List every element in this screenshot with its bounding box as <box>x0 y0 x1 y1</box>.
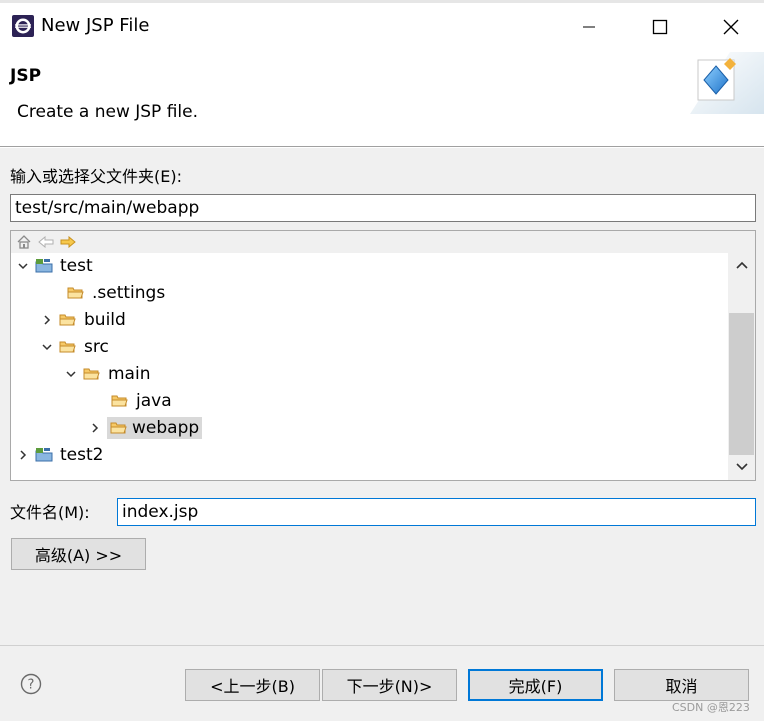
watermark: CSDN @恩223 <box>672 701 750 714</box>
minimize-icon <box>583 26 595 28</box>
page-description: Create a new JSP file. <box>17 102 199 122</box>
back-button[interactable]: <上一步(B) <box>185 669 320 701</box>
cancel-button[interactable]: 取消 <box>614 669 749 701</box>
chevron-right-icon[interactable] <box>39 312 55 328</box>
tree-item-build[interactable]: build <box>39 307 129 332</box>
folder-icon <box>110 420 129 436</box>
finish-button[interactable]: 完成(F) <box>468 669 603 701</box>
wizard-footer: ? <上一步(B) 下一步(N)> 完成(F) 取消 CSDN @恩223 <box>0 645 764 721</box>
folder-icon <box>111 393 130 409</box>
parent-folder-label: 输入或选择父文件夹(E): <box>10 167 182 186</box>
tree-item-webapp[interactable]: webapp <box>87 415 203 440</box>
tree-item-test[interactable]: test <box>15 253 96 278</box>
tree-item-test2[interactable]: test2 <box>15 442 106 467</box>
project-icon <box>35 447 54 463</box>
tree-item-selected: webapp <box>107 416 203 439</box>
jsp-wizard-graphic <box>690 52 764 114</box>
chevron-down-icon[interactable] <box>15 258 31 274</box>
home-icon[interactable] <box>16 234 32 250</box>
svg-text:?: ? <box>28 678 35 693</box>
advanced-button[interactable]: 高级(A) >> <box>11 538 146 570</box>
maximize-button[interactable] <box>637 7 683 47</box>
tree-item-settings[interactable]: .settings <box>63 280 168 305</box>
back-arrow-icon[interactable] <box>38 234 54 250</box>
folder-icon <box>67 285 86 301</box>
tree-item-label: main <box>108 363 151 384</box>
tree-item-main[interactable]: main <box>63 361 153 386</box>
chevron-right-icon[interactable] <box>87 420 103 436</box>
wizard-header: JSP Create a new JSP file. <box>0 48 764 147</box>
close-button[interactable] <box>708 7 754 47</box>
forward-arrow-icon[interactable] <box>60 234 76 250</box>
page-title: JSP <box>10 66 42 86</box>
file-name-input[interactable] <box>117 498 756 526</box>
tree-scrollbar[interactable] <box>728 253 755 480</box>
chevron-down-icon[interactable] <box>734 459 750 475</box>
chevron-right-icon[interactable] <box>15 447 31 463</box>
chevron-down-icon[interactable] <box>39 339 55 355</box>
folder-tree[interactable]: test .settings build src main java webap… <box>10 230 756 481</box>
maximize-icon <box>652 19 668 35</box>
folder-icon <box>59 312 78 328</box>
tree-item-label: webapp <box>132 417 200 438</box>
chevron-down-icon[interactable] <box>63 366 79 382</box>
wizard-content: 输入或选择父文件夹(E): test/src/main/webapp test … <box>0 148 764 645</box>
tree-item-label: test <box>60 255 93 276</box>
tree-item-label: src <box>84 336 109 357</box>
folder-icon <box>59 339 78 355</box>
close-icon <box>723 19 739 35</box>
folder-icon <box>83 366 102 382</box>
tree-item-java[interactable]: java <box>107 388 175 413</box>
minimize-button[interactable] <box>566 7 612 47</box>
tree-item-label: .settings <box>92 282 166 303</box>
parent-folder-input[interactable] <box>10 194 756 222</box>
next-button[interactable]: 下一步(N)> <box>322 669 457 701</box>
tree-item-label: java <box>136 390 172 411</box>
tree-body: test .settings build src main java webap… <box>11 253 729 480</box>
scrollbar-thumb[interactable] <box>729 313 754 455</box>
tree-item-label: test2 <box>60 444 104 465</box>
tree-item-label: build <box>84 309 126 330</box>
tree-item-src[interactable]: src <box>39 334 112 359</box>
help-icon[interactable]: ? <box>20 673 42 695</box>
tree-toolbar <box>11 231 755 253</box>
title-bar: New JSP File <box>0 0 764 48</box>
project-icon <box>35 258 54 274</box>
chevron-up-icon[interactable] <box>734 257 750 273</box>
window-title: New JSP File <box>41 15 150 36</box>
file-name-label: 文件名(M): <box>10 503 90 522</box>
eclipse-icon <box>11 14 35 38</box>
